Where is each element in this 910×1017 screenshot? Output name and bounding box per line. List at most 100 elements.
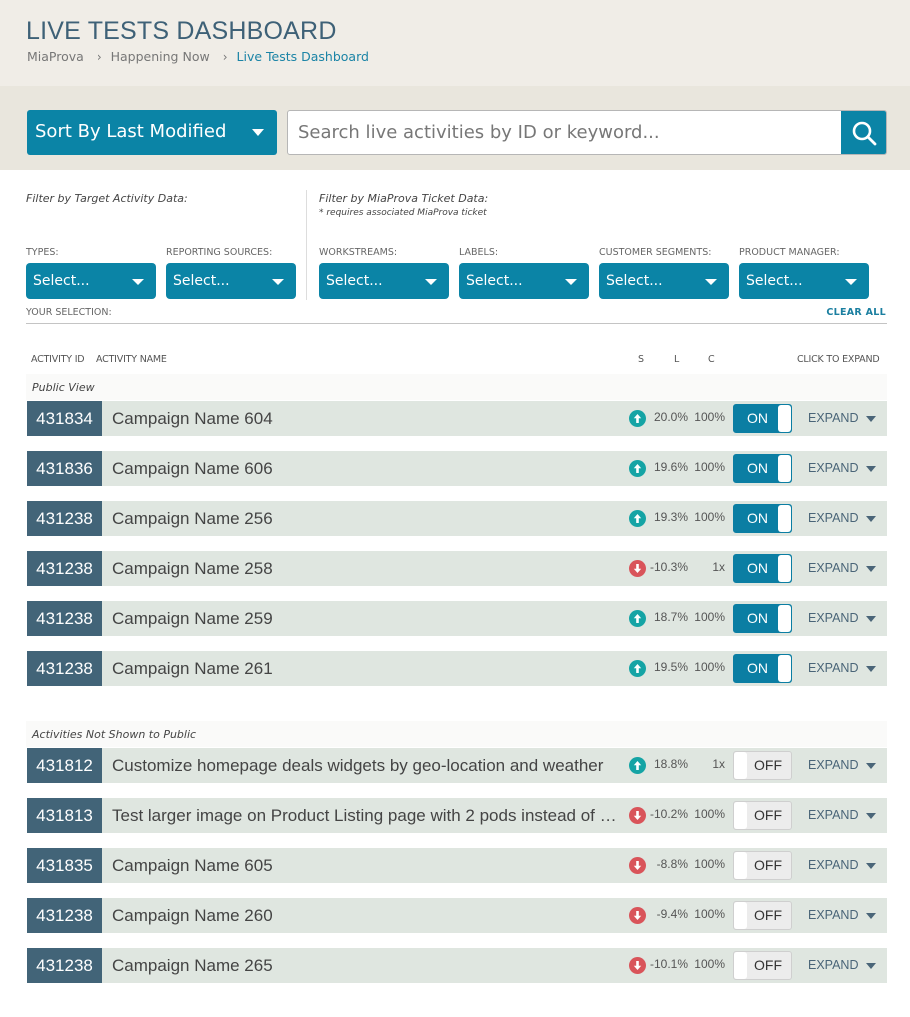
s-value: -10.2%: [649, 807, 688, 821]
activity-id: 431812: [27, 748, 102, 783]
toggle-knob: [734, 952, 747, 979]
visibility-toggle[interactable]: ON: [733, 404, 792, 433]
activity-row[interactable]: 431238 Campaign Name 258 -10.3% 1x ON EX…: [27, 551, 887, 586]
caret-down-icon: [866, 516, 876, 522]
toggle-knob: [734, 902, 747, 929]
c-value: 100%: [694, 957, 725, 971]
select-value: Select...: [326, 273, 383, 289]
visibility-toggle[interactable]: ON: [733, 454, 792, 483]
activity-row[interactable]: 431835 Campaign Name 605 -8.8% 100% OFF …: [27, 848, 887, 883]
activity-row[interactable]: 431836 Campaign Name 606 19.6% 100% ON E…: [27, 451, 887, 486]
trend-up-icon: [629, 460, 646, 477]
expand-button[interactable]: EXPAND: [808, 651, 876, 686]
visibility-toggle[interactable]: OFF: [733, 951, 792, 980]
activity-row[interactable]: 431812 Customize homepage deals widgets …: [27, 748, 887, 783]
visibility-toggle[interactable]: ON: [733, 654, 792, 683]
labels-select[interactable]: Select...: [459, 263, 589, 299]
visibility-toggle[interactable]: ON: [733, 604, 792, 633]
activity-name[interactable]: Campaign Name 260: [112, 898, 622, 933]
product-manager-select[interactable]: Select...: [739, 263, 869, 299]
activity-row[interactable]: 431834 Campaign Name 604 20.0% 100% ON E…: [27, 401, 887, 436]
activity-name[interactable]: Campaign Name 258: [112, 551, 622, 586]
customer-segments-select[interactable]: Select...: [599, 263, 729, 299]
expand-button[interactable]: EXPAND: [808, 898, 876, 933]
clear-all-link[interactable]: CLEAR ALL: [826, 307, 886, 318]
activity-id: 431834: [27, 401, 102, 436]
filter-target-heading: Filter by Target Activity Data:: [26, 192, 188, 205]
visibility-toggle[interactable]: OFF: [733, 851, 792, 880]
visibility-toggle[interactable]: ON: [733, 504, 792, 533]
search-input[interactable]: [288, 111, 843, 154]
activity-row[interactable]: 431238 Campaign Name 261 19.5% 100% ON E…: [27, 651, 887, 686]
caret-down-icon: [866, 963, 876, 969]
expand-button[interactable]: EXPAND: [808, 601, 876, 636]
trend-down-icon: [629, 560, 646, 577]
workstreams-select[interactable]: Select...: [319, 263, 449, 299]
activity-row[interactable]: 431238 Campaign Name 265 -10.1% 100% OFF…: [27, 948, 887, 983]
expand-button[interactable]: EXPAND: [808, 798, 876, 833]
activity-row[interactable]: 431238 Campaign Name 259 18.7% 100% ON E…: [27, 601, 887, 636]
breadcrumb-item-miaprova[interactable]: MiaProva: [27, 49, 84, 64]
expand-button[interactable]: EXPAND: [808, 948, 876, 983]
sort-dropdown[interactable]: Sort By Last Modified: [27, 110, 277, 155]
activity-name[interactable]: Campaign Name 606: [112, 451, 622, 486]
caret-down-icon: [866, 863, 876, 869]
toggle-label: ON: [747, 510, 768, 526]
activity-name[interactable]: Campaign Name 261: [112, 651, 622, 686]
filter-label: CUSTOMER SEGMENTS:: [599, 247, 712, 258]
toggle-label: ON: [747, 410, 768, 426]
caret-down-icon: [866, 616, 876, 622]
activity-name[interactable]: Customize homepage deals widgets by geo-…: [112, 748, 622, 783]
expand-button[interactable]: EXPAND: [808, 848, 876, 883]
activity-name[interactable]: Campaign Name 256: [112, 501, 622, 536]
toggle-knob: [734, 802, 747, 829]
toolbar: Sort By Last Modified: [0, 86, 910, 170]
expand-button[interactable]: EXPAND: [808, 551, 876, 586]
activity-name[interactable]: Campaign Name 265: [112, 948, 622, 983]
activity-name[interactable]: Campaign Name 259: [112, 601, 622, 636]
column-header-s: S: [638, 354, 644, 365]
activity-name[interactable]: Campaign Name 605: [112, 848, 622, 883]
expand-button[interactable]: EXPAND: [808, 501, 876, 536]
breadcrumb-item-happening-now[interactable]: Happening Now: [111, 49, 210, 64]
caret-down-icon: [565, 279, 577, 285]
filter-reporting-sources: REPORTING SOURCES: Select...: [166, 247, 296, 299]
visibility-toggle[interactable]: OFF: [733, 901, 792, 930]
search-button[interactable]: [841, 111, 886, 154]
page-title: LIVE TESTS DASHBOARD: [26, 17, 337, 45]
c-value: 1x: [712, 560, 725, 574]
expand-label: EXPAND: [808, 561, 859, 575]
visibility-toggle[interactable]: ON: [733, 554, 792, 583]
visibility-toggle[interactable]: OFF: [733, 751, 792, 780]
expand-label: EXPAND: [808, 411, 859, 425]
activity-row[interactable]: 431813 Test larger image on Product List…: [27, 798, 887, 833]
activity-name[interactable]: Campaign Name 604: [112, 401, 622, 436]
trend-up-icon: [629, 610, 646, 627]
activity-name[interactable]: Test larger image on Product Listing pag…: [112, 798, 622, 833]
expand-label: EXPAND: [808, 908, 859, 922]
activity-row[interactable]: 431238 Campaign Name 256 19.3% 100% ON E…: [27, 501, 887, 536]
expand-button[interactable]: EXPAND: [808, 401, 876, 436]
expand-button[interactable]: EXPAND: [808, 451, 876, 486]
reporting-sources-select[interactable]: Select...: [166, 263, 296, 299]
filter-labels: LABELS: Select...: [459, 247, 589, 299]
s-value: 19.3%: [653, 510, 688, 524]
toggle-label: OFF: [754, 857, 782, 873]
toggle-knob: [778, 455, 791, 482]
column-header-activity-name: ACTIVITY NAME: [96, 354, 167, 365]
trend-up-icon: [629, 660, 646, 677]
select-value: Select...: [33, 273, 90, 289]
activity-id: 431238: [27, 551, 102, 586]
types-select[interactable]: Select...: [26, 263, 156, 299]
expand-button[interactable]: EXPAND: [808, 748, 876, 783]
activity-id: 431238: [27, 948, 102, 983]
column-header-c: C: [708, 354, 715, 365]
s-value: -10.1%: [649, 957, 688, 971]
caret-down-icon: [132, 279, 144, 285]
select-value: Select...: [746, 273, 803, 289]
visibility-toggle[interactable]: OFF: [733, 801, 792, 830]
activity-row[interactable]: 431238 Campaign Name 260 -9.4% 100% OFF …: [27, 898, 887, 933]
caret-down-icon: [866, 416, 876, 422]
expand-label: EXPAND: [808, 808, 859, 822]
breadcrumb-item-current[interactable]: Live Tests Dashboard: [237, 49, 369, 64]
